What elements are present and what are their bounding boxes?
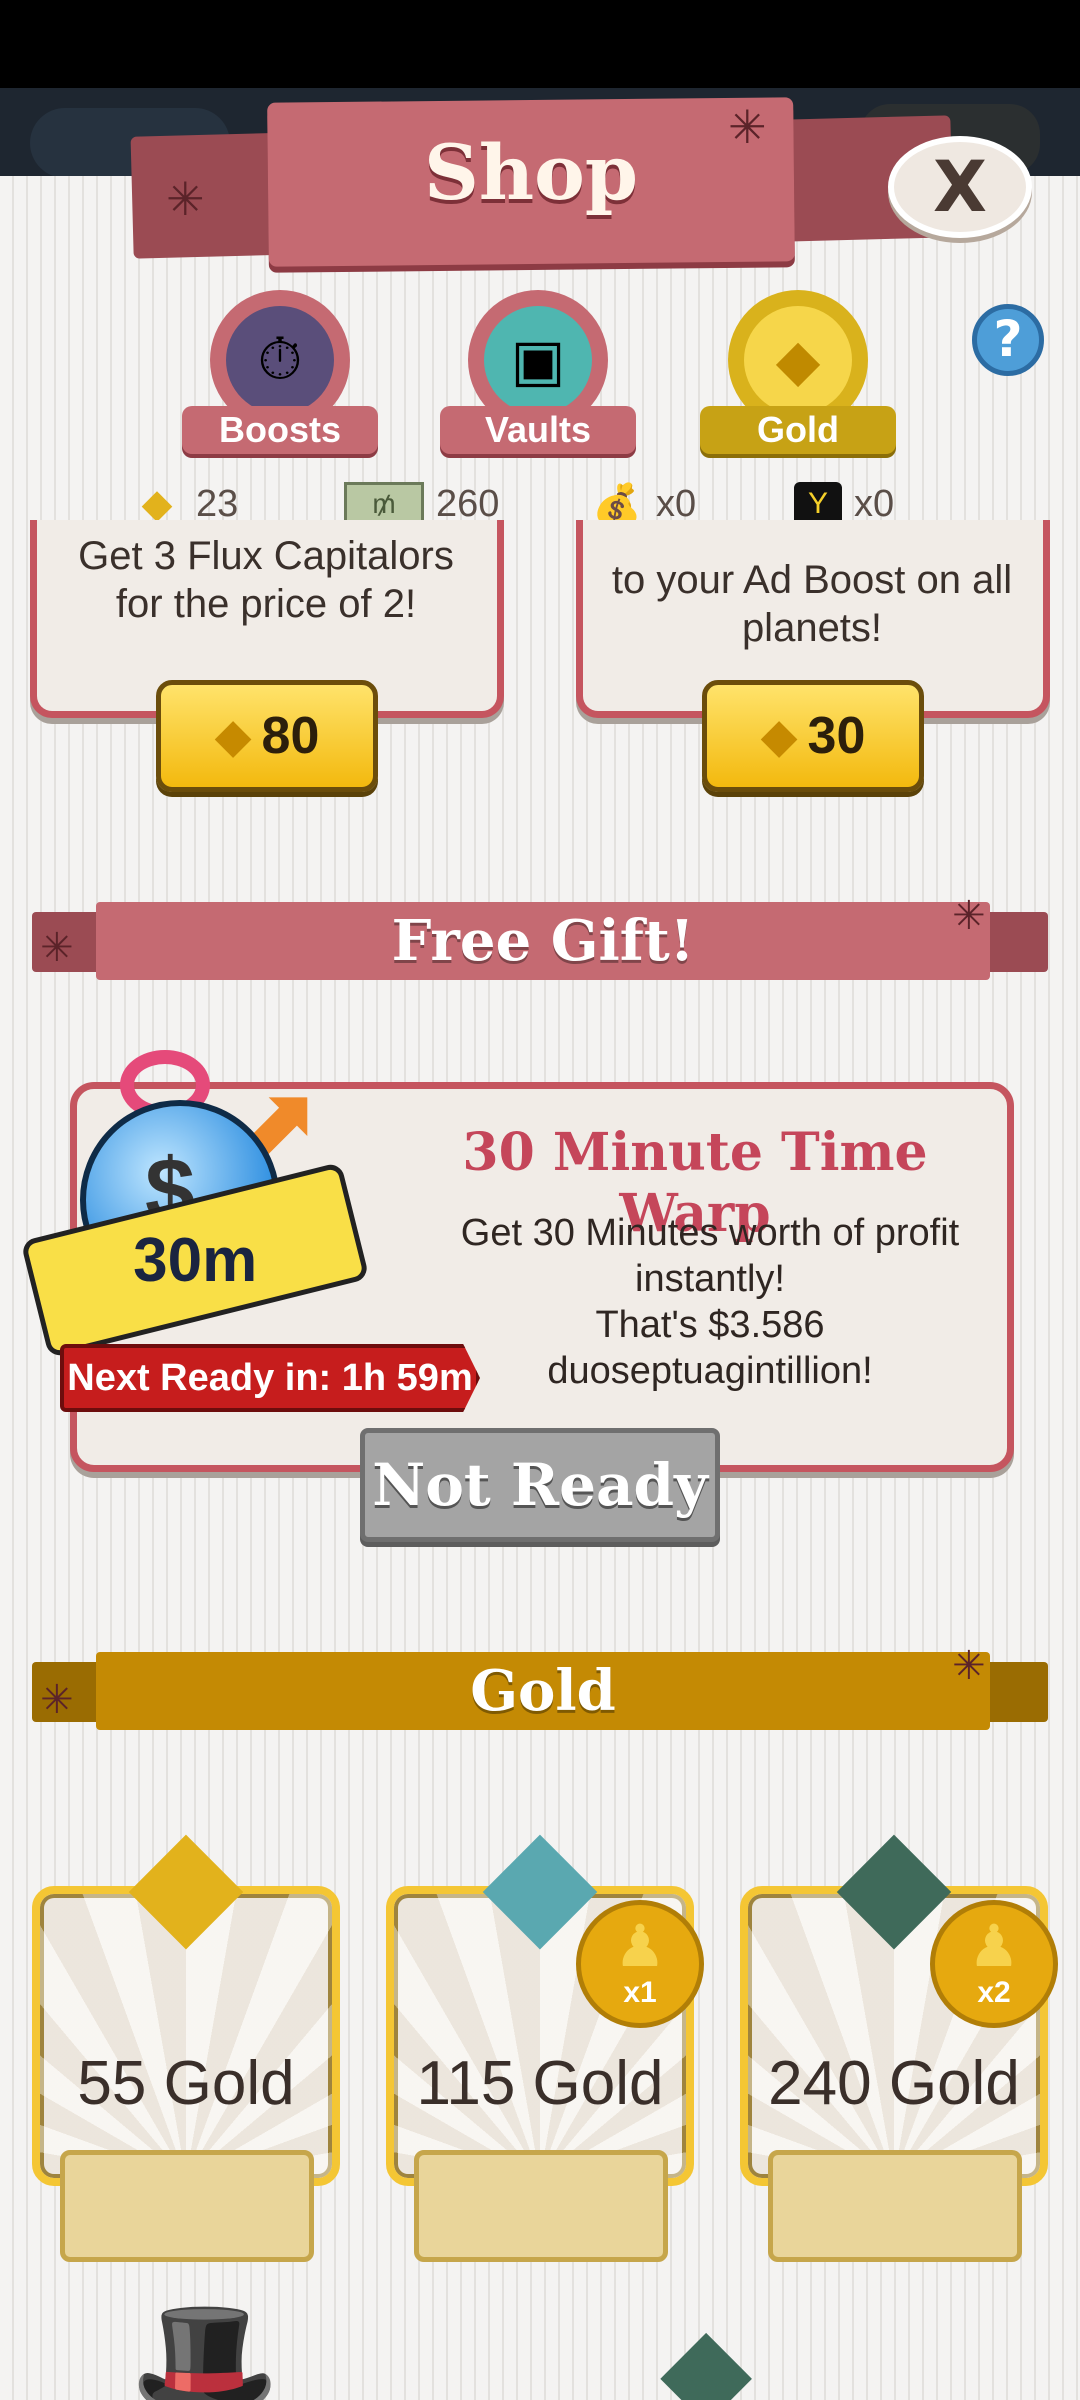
- sparkle-icon: ✳: [40, 1677, 74, 1723]
- offer-card-text: Get 3 Flux Capitalors for the price of 2…: [78, 534, 454, 626]
- buy-button[interactable]: ◆ 80: [156, 680, 378, 792]
- gold-pack-buy-button[interactable]: [414, 2150, 668, 2262]
- gold-pack-buy-button[interactable]: [60, 2150, 314, 2262]
- tab-boosts[interactable]: ⏱ Boosts: [182, 290, 378, 454]
- next-ready-timer: Next Ready in: 1h 59m: [60, 1344, 480, 1412]
- close-button[interactable]: X: [888, 136, 1032, 238]
- sparkle-icon: ✳: [728, 100, 767, 154]
- section-banner: Gold: [96, 1652, 990, 1730]
- boost-stopwatch-icon: ⏱: [226, 306, 334, 414]
- tab-gold[interactable]: ◆ Gold: [700, 290, 896, 454]
- page-title: Shop: [424, 128, 638, 217]
- close-icon: X: [933, 146, 987, 228]
- help-button[interactable]: ?: [972, 304, 1044, 376]
- gold-pack-label: 115 Gold: [416, 2049, 664, 2118]
- gold-pack-label: 240 Gold: [768, 2049, 1020, 2118]
- section-banner: Free Gift!: [96, 902, 990, 980]
- buy-button[interactable]: ◆ 30: [702, 680, 924, 792]
- not-ready-button[interactable]: Not Ready: [360, 1428, 720, 1542]
- offer-card-text: to your Ad Boost on all planets!: [611, 558, 1013, 650]
- sparkle-icon: ✳: [952, 893, 986, 939]
- gold-pack-label: 55 Gold: [77, 2049, 295, 2118]
- gold-gem-icon: ◆: [760, 710, 798, 763]
- manager-badge: ♟ x2: [930, 1900, 1058, 2028]
- tuxedo-man-icon: ♟: [968, 1914, 1020, 1979]
- gold-chest-icon: ◆: [660, 2302, 753, 2400]
- vault-icon: ▣: [484, 306, 592, 414]
- tuxedo-man-icon: ♟: [614, 1914, 666, 1979]
- sparkle-icon: ✳: [166, 172, 205, 226]
- free-gift-description: Get 30 Minutes worth of profit instantly…: [460, 1212, 960, 1392]
- sparkle-icon: ✳: [40, 925, 74, 971]
- gold-pile-icon: ◆: [128, 1795, 244, 1963]
- manager-badge: ♟ x1: [576, 1900, 704, 2028]
- gold-gem-icon: ◆: [214, 710, 252, 763]
- top-hat-icon: 🎩: [130, 2292, 280, 2400]
- gold-gem-icon: ◆: [744, 306, 852, 414]
- tab-vaults[interactable]: ▣ Vaults: [440, 290, 636, 454]
- section-title: Free Gift!: [391, 908, 695, 974]
- gold-pack-buy-button[interactable]: [768, 2150, 1022, 2262]
- sparkle-icon: ✳: [952, 1643, 986, 1689]
- section-title: Gold: [470, 1658, 616, 1724]
- status-bar: [0, 0, 1080, 88]
